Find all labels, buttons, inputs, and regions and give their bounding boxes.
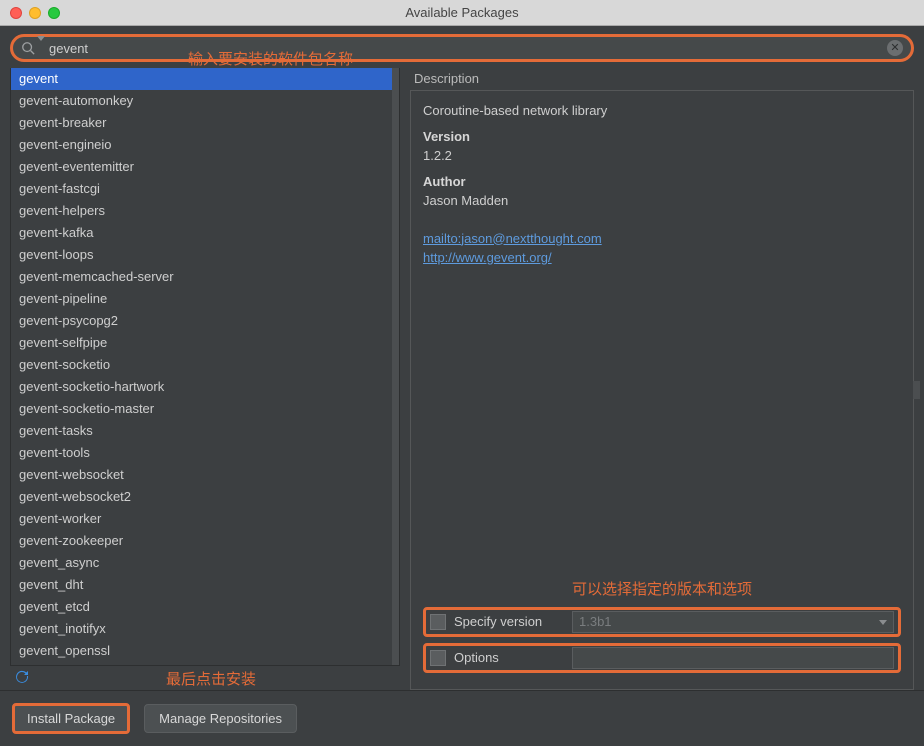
list-item[interactable]: gevent-fastcgi — [11, 178, 399, 200]
search-icon — [21, 41, 35, 55]
specify-version-label: Specify version — [454, 612, 564, 632]
specify-version-value: 1.3b1 — [579, 612, 612, 632]
options-input[interactable] — [572, 647, 894, 669]
list-item[interactable]: gevent_openssl — [11, 640, 399, 662]
list-item[interactable]: gevent-zookeeper — [11, 530, 399, 552]
list-item[interactable]: gevent_dht — [11, 574, 399, 596]
list-item[interactable]: gevent-websocket — [11, 464, 399, 486]
titlebar: Available Packages — [0, 0, 924, 26]
list-item[interactable]: gevent-helpers — [11, 200, 399, 222]
list-item[interactable]: gevent-tasks — [11, 420, 399, 442]
specify-version-checkbox[interactable] — [430, 614, 446, 630]
list-item[interactable]: gevent-breaker — [11, 112, 399, 134]
manage-repositories-button[interactable]: Manage Repositories — [144, 704, 297, 733]
list-item[interactable]: gevent-engineio — [11, 134, 399, 156]
scrollbar-thumb[interactable] — [913, 381, 920, 399]
list-item[interactable]: gevent-socketio-master — [11, 398, 399, 420]
list-item[interactable]: gevent_etcd — [11, 596, 399, 618]
list-item[interactable]: gevent-socketio — [11, 354, 399, 376]
author-value: Jason Madden — [423, 191, 901, 211]
window-title: Available Packages — [0, 5, 924, 20]
list-item[interactable]: gevent — [11, 68, 399, 90]
description-link[interactable]: mailto:jason@nextthought.com — [423, 231, 602, 246]
options-checkbox[interactable] — [430, 650, 446, 666]
chevron-down-icon — [879, 620, 887, 625]
list-item[interactable]: gevent-automonkey — [11, 90, 399, 112]
search-input[interactable] — [45, 39, 887, 58]
search-field-wrap: ✕ — [10, 34, 914, 62]
list-item[interactable]: gevent-tools — [11, 442, 399, 464]
version-value: 1.2.2 — [423, 146, 901, 166]
list-item[interactable]: gevent-memcached-server — [11, 266, 399, 288]
description-link[interactable]: http://www.gevent.org/ — [423, 250, 552, 265]
list-item[interactable]: gevent-selfpipe — [11, 332, 399, 354]
install-package-button[interactable]: Install Package — [12, 703, 130, 734]
description-summary: Coroutine-based network library — [423, 101, 901, 121]
specify-version-select[interactable]: 1.3b1 — [572, 611, 894, 633]
clear-search-icon[interactable]: ✕ — [887, 40, 903, 56]
list-item[interactable]: gevent-socketio-hartwork — [11, 376, 399, 398]
package-list[interactable]: geventgevent-automonkeygevent-breakergev… — [10, 68, 400, 666]
description-header: Description — [410, 68, 914, 90]
options-row: Options — [423, 643, 901, 673]
search-filter-caret[interactable] — [37, 41, 45, 56]
annotation-install: 最后点击安装 — [166, 668, 256, 689]
specify-version-row: Specify version 1.3b1 — [423, 607, 901, 637]
search-row: ✕ 输入要安装的软件包名称 — [0, 26, 924, 68]
author-label: Author — [423, 172, 901, 192]
list-item[interactable]: gevent-websocket2 — [11, 486, 399, 508]
footer: Install Package Manage Repositories — [0, 690, 924, 746]
list-item[interactable]: gevent_inotifyx — [11, 618, 399, 640]
refresh-icon[interactable] — [14, 669, 30, 688]
version-label: Version — [423, 127, 901, 147]
list-item[interactable]: gevent-psycopg2 — [11, 310, 399, 332]
options-label: Options — [454, 648, 564, 668]
list-item[interactable]: gevent_async — [11, 552, 399, 574]
list-item[interactable]: gevent-kafka — [11, 222, 399, 244]
list-item[interactable]: gevent-loops — [11, 244, 399, 266]
annotation-version: 可以选择指定的版本和选项 — [423, 579, 901, 602]
list-item[interactable]: gevent-eventemitter — [11, 156, 399, 178]
list-item[interactable]: gevent-pipeline — [11, 288, 399, 310]
description-panel: Coroutine-based network library Version … — [410, 90, 914, 690]
list-item[interactable]: gevent-worker — [11, 508, 399, 530]
